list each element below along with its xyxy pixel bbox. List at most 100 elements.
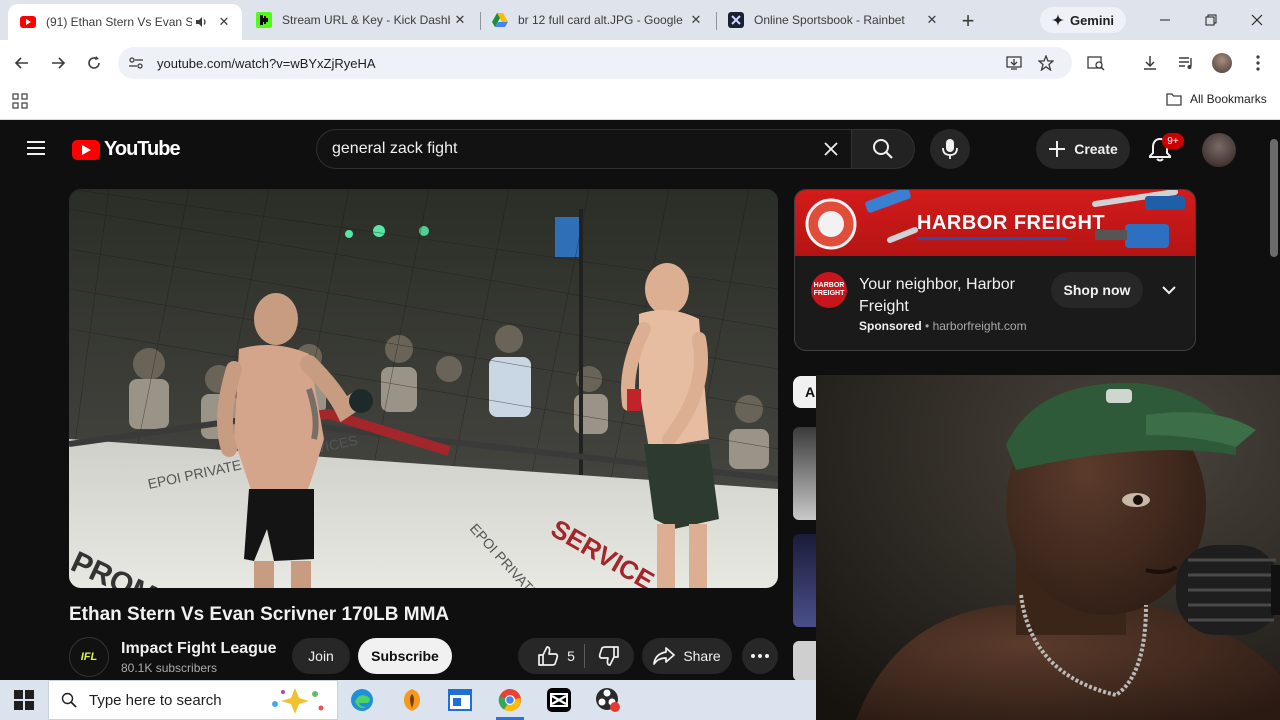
thumbs-up-icon bbox=[538, 646, 559, 666]
ad-meta-separator: • bbox=[925, 319, 933, 333]
bookmark-star-icon[interactable] bbox=[1034, 51, 1058, 75]
ad-title[interactable]: Your neighbor, Harbor Freight bbox=[859, 274, 1039, 318]
forward-arrow-icon[interactable] bbox=[46, 51, 70, 75]
channel-avatar-text: IFL bbox=[80, 651, 98, 663]
chrome-icon[interactable] bbox=[496, 686, 524, 714]
folder-icon bbox=[1166, 93, 1182, 106]
share-button[interactable]: Share bbox=[642, 638, 732, 674]
google-drive-favicon-icon bbox=[492, 12, 508, 28]
search-input[interactable]: general zack fight bbox=[316, 129, 852, 169]
youtube-logo[interactable]: YouTube bbox=[72, 138, 181, 161]
site-info-icon[interactable] bbox=[124, 51, 148, 75]
join-label: Join bbox=[308, 648, 334, 664]
channel-name[interactable]: Impact Fight League bbox=[121, 640, 277, 658]
edge-icon[interactable] bbox=[348, 686, 376, 714]
windows-start-icon[interactable] bbox=[14, 690, 34, 710]
page-scrollbar[interactable] bbox=[1268, 121, 1280, 375]
all-bookmarks-label: All Bookmarks bbox=[1190, 92, 1267, 106]
tab-kick-dashboard[interactable]: Stream URL & Key - Kick Dashb ✕ bbox=[244, 6, 478, 34]
browser-toolbar: youtube.com/watch?v=wBYxZjRyeHA bbox=[0, 40, 1280, 86]
hamburger-menu-icon[interactable] bbox=[24, 137, 48, 161]
close-window-icon[interactable] bbox=[1245, 8, 1269, 32]
capcut-icon[interactable] bbox=[545, 686, 573, 714]
create-button[interactable]: Create bbox=[1036, 129, 1130, 169]
notification-badge: 9+ bbox=[1162, 133, 1184, 149]
tab-title: br 12 full card alt.JPG - Google bbox=[518, 13, 683, 27]
subscribe-label: Subscribe bbox=[371, 648, 439, 664]
ad-banner-underline bbox=[917, 237, 1067, 240]
microphone-icon bbox=[942, 139, 958, 159]
ad-banner-image[interactable]: HARBOR FREIGHT bbox=[795, 190, 1195, 256]
back-arrow-icon[interactable] bbox=[10, 51, 34, 75]
tab-search-icon[interactable] bbox=[1084, 51, 1108, 75]
search-query-text: general zack fight bbox=[332, 140, 458, 157]
thumbs-down-icon bbox=[598, 646, 619, 666]
apps-grid-icon[interactable] bbox=[12, 93, 28, 109]
video-title: Ethan Stern Vs Evan Scrivner 170LB MMA bbox=[69, 604, 450, 625]
profile-avatar-icon[interactable] bbox=[1210, 51, 1234, 75]
harbor-freight-logo[interactable]: HARBOR FREIGHT bbox=[811, 272, 847, 308]
like-button[interactable]: 5 bbox=[518, 638, 584, 674]
rainbet-favicon-icon bbox=[728, 12, 744, 28]
tab-close-icon[interactable]: ✕ bbox=[686, 10, 706, 30]
tab-title: (91) Ethan Stern Vs Evan Sc bbox=[46, 15, 192, 29]
window-app-icon[interactable] bbox=[446, 686, 474, 714]
ad-domain: harborfreight.com bbox=[932, 319, 1027, 333]
bookmarks-bar: All Bookmarks bbox=[0, 86, 1280, 120]
subscribe-button[interactable]: Subscribe bbox=[358, 638, 452, 674]
gemini-sparkle-icon bbox=[1051, 14, 1064, 26]
minimize-window-icon[interactable] bbox=[1153, 8, 1177, 32]
tab-close-icon[interactable]: ✕ bbox=[214, 12, 234, 32]
address-bar[interactable]: youtube.com/watch?v=wBYxZjRyeHA bbox=[118, 47, 1072, 79]
share-arrow-icon bbox=[653, 647, 676, 665]
kick-favicon-icon bbox=[256, 12, 272, 28]
tab-close-icon[interactable]: ✕ bbox=[450, 10, 470, 30]
video-frame-image: EPOI PRIVATE CODE SERVICES EPOI PRIVATE … bbox=[69, 189, 778, 588]
new-tab-plus-icon[interactable]: + bbox=[956, 8, 980, 33]
tab-google-drive[interactable]: br 12 full card alt.JPG - Google ✕ bbox=[480, 6, 714, 34]
tab-rainbet[interactable]: Online Sportsbook - Rainbet ✕ bbox=[716, 6, 950, 34]
windows-taskbar: Type here to search bbox=[0, 680, 816, 720]
subscriber-count: 80.1K subscribers bbox=[121, 661, 218, 675]
media-controls-icon[interactable] bbox=[1174, 51, 1198, 75]
chevron-down-icon[interactable] bbox=[1157, 278, 1181, 302]
tab-youtube-video[interactable]: (91) Ethan Stern Vs Evan Sc ✕ bbox=[8, 4, 242, 40]
downloads-icon[interactable] bbox=[1138, 51, 1162, 75]
ad-meta: Sponsored • harborfreight.com bbox=[859, 319, 1027, 333]
voice-search-button[interactable] bbox=[930, 129, 970, 169]
create-label: Create bbox=[1074, 141, 1118, 157]
youtube-wordmark: YouTube bbox=[104, 138, 181, 160]
install-app-icon[interactable] bbox=[1002, 51, 1026, 75]
speaker-icon[interactable] bbox=[192, 15, 210, 29]
channel-avatar[interactable]: IFL bbox=[69, 637, 109, 677]
tab-close-icon[interactable]: ✕ bbox=[922, 10, 942, 30]
dislike-button[interactable] bbox=[585, 638, 633, 674]
restore-window-icon[interactable] bbox=[1199, 8, 1223, 32]
screen: (91) Ethan Stern Vs Evan Sc ✕ Stream URL… bbox=[0, 0, 1280, 720]
fl-studio-icon[interactable] bbox=[398, 686, 426, 714]
clear-search-icon[interactable] bbox=[811, 129, 851, 169]
all-bookmarks-button[interactable]: All Bookmarks bbox=[1166, 92, 1267, 106]
webcam-feed-image bbox=[816, 375, 1280, 720]
search-button[interactable] bbox=[851, 129, 915, 169]
scrollbar-thumb[interactable] bbox=[1270, 139, 1278, 257]
search-highlight-sparkle-icon bbox=[272, 688, 324, 714]
video-player[interactable]: EPOI PRIVATE CODE SERVICES EPOI PRIVATE … bbox=[69, 189, 778, 588]
harbor-freight-ad[interactable]: HARBOR FREIGHT HARBOR FREIGHT Your neigh… bbox=[794, 189, 1196, 351]
more-actions-button[interactable] bbox=[742, 638, 778, 674]
account-avatar[interactable] bbox=[1202, 133, 1236, 167]
taskbar-search-input[interactable]: Type here to search bbox=[48, 680, 338, 720]
tab-title: Stream URL & Key - Kick Dashb bbox=[282, 13, 450, 27]
filter-chip-label: A bbox=[805, 384, 816, 400]
taskbar-search-placeholder: Type here to search bbox=[89, 691, 222, 709]
gemini-button[interactable]: Gemini bbox=[1040, 7, 1126, 33]
ad-logo-text: HARBOR FREIGHT bbox=[813, 282, 845, 297]
notifications-bell-icon[interactable]: 9+ bbox=[1146, 133, 1184, 163]
join-button[interactable]: Join bbox=[292, 638, 350, 674]
chrome-menu-icon[interactable] bbox=[1246, 51, 1270, 75]
tab-title: Online Sportsbook - Rainbet bbox=[754, 13, 905, 27]
reload-icon[interactable] bbox=[82, 51, 106, 75]
obs-icon[interactable] bbox=[594, 686, 622, 714]
shop-now-button[interactable]: Shop now bbox=[1051, 272, 1143, 308]
youtube-favicon-icon bbox=[20, 14, 36, 30]
